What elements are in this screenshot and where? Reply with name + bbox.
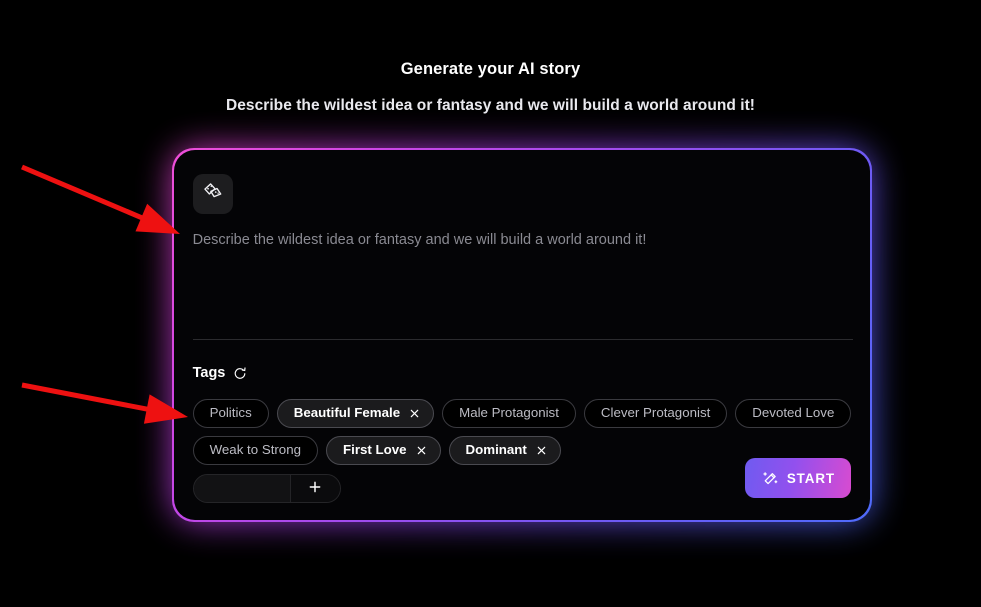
- tag-pill[interactable]: First Love: [326, 435, 441, 465]
- add-tag-button[interactable]: [289, 474, 340, 502]
- prompt-area: [192, 229, 855, 338]
- tag-pill[interactable]: Politics: [192, 398, 269, 428]
- card-inner: Tags Politics Beautiful Female Male Protag…: [173, 149, 871, 521]
- magic-wand-icon: [762, 470, 779, 487]
- tag-pill-label: Devoted Love: [752, 405, 835, 421]
- tag-pill[interactable]: Weak to Strong: [192, 435, 318, 465]
- tag-remove-icon[interactable]: [416, 445, 427, 456]
- tag-pill[interactable]: Devoted Love: [735, 398, 852, 428]
- tag-remove-icon[interactable]: [409, 408, 420, 419]
- tag-pill-label: Weak to Strong: [209, 442, 301, 458]
- tag-pill[interactable]: Clever Protagonist: [583, 398, 728, 428]
- start-button-label: START: [786, 470, 835, 486]
- tag-pill-label: Dominant: [465, 442, 527, 458]
- tag-pill-label: Beautiful Female: [293, 405, 401, 421]
- tag-pill-label: Clever Protagonist: [600, 405, 711, 421]
- tag-pill[interactable]: Beautiful Female: [276, 398, 435, 428]
- tag-pill[interactable]: Dominant: [448, 435, 561, 465]
- dice-icon-button[interactable]: [192, 173, 233, 214]
- tag-pill-label: First Love: [343, 442, 407, 458]
- new-tag-row: [192, 473, 341, 503]
- story-generator-card: Tags Politics Beautiful Female Male Protag…: [172, 148, 872, 522]
- prompt-input[interactable]: [192, 229, 855, 338]
- tag-pill-label: Male Protagonist: [459, 405, 559, 421]
- page-subtitle: Describe the wildest idea or fantasy and…: [225, 97, 756, 114]
- tags-label: Tags: [192, 364, 226, 381]
- tag-remove-icon[interactable]: [536, 445, 547, 456]
- dice-icon: [202, 180, 224, 207]
- tag-pill[interactable]: Male Protagonist: [442, 398, 576, 428]
- plus-icon: [307, 479, 323, 498]
- start-button[interactable]: START: [745, 458, 852, 499]
- tag-list: Politics Beautiful Female Male Protagonist…: [192, 398, 855, 465]
- tags-header: Tags: [193, 365, 248, 381]
- new-tag-input[interactable]: [193, 474, 290, 502]
- arrow-to-prompt: [21, 164, 180, 234]
- tag-pill-label: Politics: [209, 405, 252, 421]
- refresh-icon[interactable]: [232, 366, 247, 381]
- page-title: Generate your AI story: [400, 60, 581, 78]
- page-header: Generate your AI story Describe the wild…: [0, 58, 981, 117]
- section-divider: [192, 338, 853, 340]
- arrow-to-tags: [21, 382, 188, 424]
